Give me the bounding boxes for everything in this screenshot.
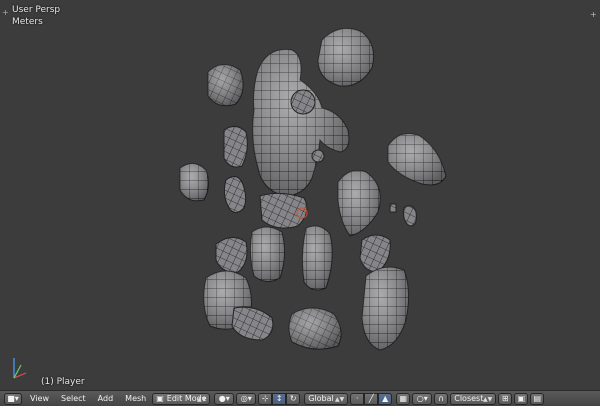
mesh-pieces [13,27,447,379]
snap-target-dropdown[interactable]: Closest ▲▼ [450,392,497,405]
magnet-icon[interactable]: ∩ [434,392,449,405]
vertex-select-icon[interactable]: · [350,392,365,405]
snap-target-label: Closest [454,394,484,403]
cube-icon[interactable]: ■▾ [4,392,22,405]
menu-select[interactable]: Select [61,394,86,403]
orientation-dropdown[interactable]: Global ▲▼ [304,392,349,405]
edge-select-icon[interactable]: ╱ [364,392,379,405]
translate-icon[interactable]: ↕ [272,392,287,405]
face-select-icon[interactable]: ▲ [378,392,393,405]
snap-align-icon[interactable]: ⊞ [498,392,513,405]
circle-icon[interactable]: ○▾ [412,392,433,405]
chevron-down-icon: ▲▼ [483,395,493,403]
manipulator-icon[interactable]: ⊹ [258,392,273,405]
pivot-icon[interactable]: ◎▾ [236,392,257,405]
sphere-icon[interactable]: ●▾ [214,392,235,405]
menu-view[interactable]: View [30,394,49,403]
rotate-icon[interactable]: ↻ [286,392,301,405]
3d-viewport[interactable]: + + User Persp Meters (1) Player [0,0,600,390]
foot-piece [288,307,342,350]
occlude-icon[interactable]: ▦ [396,392,411,405]
orientation-label: Global [308,394,334,403]
menu-add[interactable]: Add [98,394,114,403]
shoulder-right-piece [387,133,447,186]
units-label: Meters [12,17,43,27]
object-label: (1) Player [41,377,85,387]
render-icon[interactable]: ▣ [514,392,529,405]
chevron-down-icon: ▲▼ [197,395,207,403]
mode-icon: ▣ [156,394,164,403]
shoulder-piece [207,64,244,107]
mode-dropdown[interactable]: ▣ Edit Mode ▲▼ [152,392,211,405]
shin-right-piece [361,266,410,351]
3d-view-header: ■▾ View Select Add Mesh ▣ Edit Mode ▲▼ ●… [0,390,600,406]
properties-toggle[interactable]: + [590,10,597,19]
arm-right-piece [337,169,381,237]
arm-piece [223,126,248,168]
chevron-down-icon: ▲▼ [335,395,345,403]
menu-mesh[interactable]: Mesh [125,394,146,403]
head-piece [317,27,375,87]
render-anim-icon[interactable]: ▤ [530,392,545,405]
thigh-piece [249,226,286,282]
forearm-piece [179,163,210,202]
view-name: User Persp [12,5,61,15]
toolshelf-toggle[interactable]: + [2,8,9,17]
axis-gizmo [13,358,27,379]
